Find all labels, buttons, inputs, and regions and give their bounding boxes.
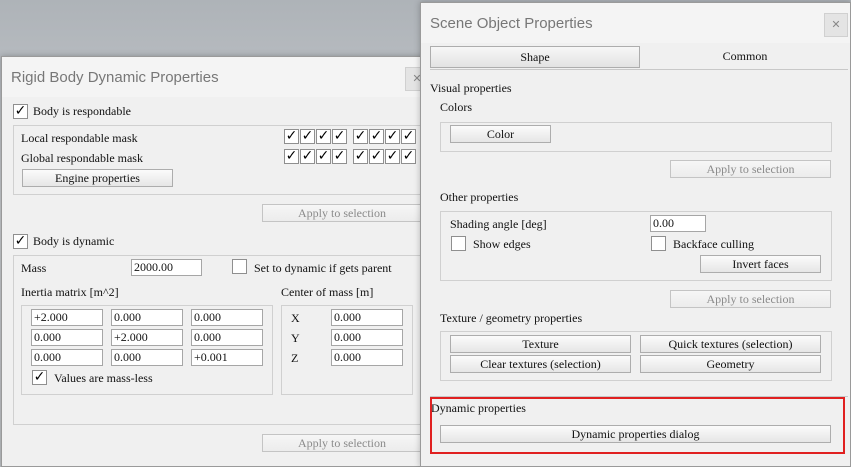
geometry-button[interactable]: Geometry xyxy=(640,355,821,373)
engine-properties-button[interactable]: Engine properties xyxy=(22,169,173,187)
com-x-input[interactable]: 0.000 xyxy=(331,309,403,326)
show-edges-label: Show edges xyxy=(473,237,531,251)
global-mask-bit[interactable]: ✓ xyxy=(284,149,299,164)
apply-to-selection-button[interactable]: Apply to selection xyxy=(670,290,831,308)
local-mask-bit[interactable]: ✓ xyxy=(284,129,299,144)
apply-to-selection-button[interactable]: Apply to selection xyxy=(670,160,831,178)
tab-common[interactable]: Common xyxy=(640,46,850,68)
inertia-cell[interactable]: +2.000 xyxy=(111,329,183,346)
global-mask-bit[interactable]: ✓ xyxy=(316,149,331,164)
local-mask-bit[interactable]: ✓ xyxy=(385,129,400,144)
local-mask-bit[interactable]: ✓ xyxy=(332,129,347,144)
massless-label: Values are mass-less xyxy=(54,371,153,385)
com-axis-label: Z xyxy=(291,351,299,365)
global-mask-label: Global respondable mask xyxy=(21,151,143,165)
mass-label: Mass xyxy=(21,261,47,275)
local-respondable-mask: ✓ ✓ ✓ ✓ ✓ ✓ ✓ ✓ xyxy=(284,129,417,144)
color-button[interactable]: Color xyxy=(450,125,551,143)
set-dynamic-label: Set to dynamic if gets parent xyxy=(254,261,392,275)
tab-divider xyxy=(430,69,848,70)
inertia-cell[interactable]: 0.000 xyxy=(111,309,183,326)
inertia-cell[interactable]: 0.000 xyxy=(31,349,103,366)
quick-textures-button[interactable]: Quick textures (selection) xyxy=(640,335,821,353)
rigid-body-titlebar[interactable]: Rigid Body Dynamic Properties ✕ xyxy=(2,57,432,97)
inertia-cell[interactable]: +2.000 xyxy=(31,309,103,326)
visual-properties-label: Visual properties xyxy=(430,81,512,95)
shading-angle-label: Shading angle [deg] xyxy=(450,217,547,231)
massless-checkbox[interactable]: ✓ xyxy=(32,370,47,385)
inertia-cell[interactable]: 0.000 xyxy=(191,329,263,346)
inertia-cell[interactable]: 0.000 xyxy=(111,349,183,366)
local-mask-bit[interactable]: ✓ xyxy=(300,129,315,144)
local-mask-bit[interactable]: ✓ xyxy=(353,129,368,144)
com-axis-label: Y xyxy=(291,331,300,345)
global-mask-bit[interactable]: ✓ xyxy=(300,149,315,164)
global-respondable-mask: ✓ ✓ ✓ ✓ ✓ ✓ ✓ ✓ xyxy=(284,149,417,164)
center-of-mass-label: Center of mass [m] xyxy=(281,285,374,299)
other-properties-label: Other properties xyxy=(440,190,519,204)
backface-culling-checkbox[interactable] xyxy=(651,236,666,251)
respondable-checkbox[interactable]: ✓ xyxy=(13,104,28,119)
rigid-body-dialog: Rigid Body Dynamic Properties ✕ ✓ Body i… xyxy=(1,56,433,467)
inertia-cell[interactable]: +0.001 xyxy=(191,349,263,366)
global-mask-bit[interactable]: ✓ xyxy=(385,149,400,164)
set-dynamic-checkbox[interactable] xyxy=(232,259,247,274)
dynamic-label: Body is dynamic xyxy=(33,234,115,248)
texture-geometry-label: Texture / geometry properties xyxy=(440,311,583,325)
mass-input[interactable]: 2000.00 xyxy=(131,259,202,276)
inertia-cell[interactable]: 0.000 xyxy=(191,309,263,326)
com-z-input[interactable]: 0.000 xyxy=(331,349,403,366)
inertia-cell[interactable]: 0.000 xyxy=(31,329,103,346)
scene-object-titlebar[interactable]: Scene Object Properties ✕ xyxy=(421,3,850,43)
tab-shape[interactable]: Shape xyxy=(430,46,640,68)
shading-angle-input[interactable]: 0.00 xyxy=(650,215,706,232)
local-mask-bit[interactable]: ✓ xyxy=(401,129,416,144)
backface-culling-label: Backface culling xyxy=(673,237,754,251)
com-axis-label: X xyxy=(291,311,300,325)
highlight-box xyxy=(430,397,845,454)
dynamic-checkbox[interactable]: ✓ xyxy=(13,234,28,249)
global-mask-bit[interactable]: ✓ xyxy=(353,149,368,164)
invert-faces-button[interactable]: Invert faces xyxy=(700,255,821,273)
local-mask-label: Local respondable mask xyxy=(21,131,138,145)
apply-to-selection-button[interactable]: Apply to selection xyxy=(262,204,422,222)
inertia-matrix-label: Inertia matrix [m^2] xyxy=(21,285,119,299)
clear-textures-button[interactable]: Clear textures (selection) xyxy=(450,355,631,373)
local-mask-bit[interactable]: ✓ xyxy=(316,129,331,144)
dialog-title: Scene Object Properties xyxy=(430,15,593,32)
colors-label: Colors xyxy=(440,100,473,114)
respondable-label: Body is respondable xyxy=(33,104,131,118)
texture-button[interactable]: Texture xyxy=(450,335,631,353)
global-mask-bit[interactable]: ✓ xyxy=(369,149,384,164)
show-edges-checkbox[interactable] xyxy=(451,236,466,251)
global-mask-bit[interactable]: ✓ xyxy=(401,149,416,164)
dialog-title: Rigid Body Dynamic Properties xyxy=(11,69,219,86)
global-mask-bit[interactable]: ✓ xyxy=(332,149,347,164)
close-icon[interactable]: ✕ xyxy=(824,13,848,37)
local-mask-bit[interactable]: ✓ xyxy=(369,129,384,144)
apply-to-selection-button[interactable]: Apply to selection xyxy=(262,434,422,452)
com-y-input[interactable]: 0.000 xyxy=(331,329,403,346)
